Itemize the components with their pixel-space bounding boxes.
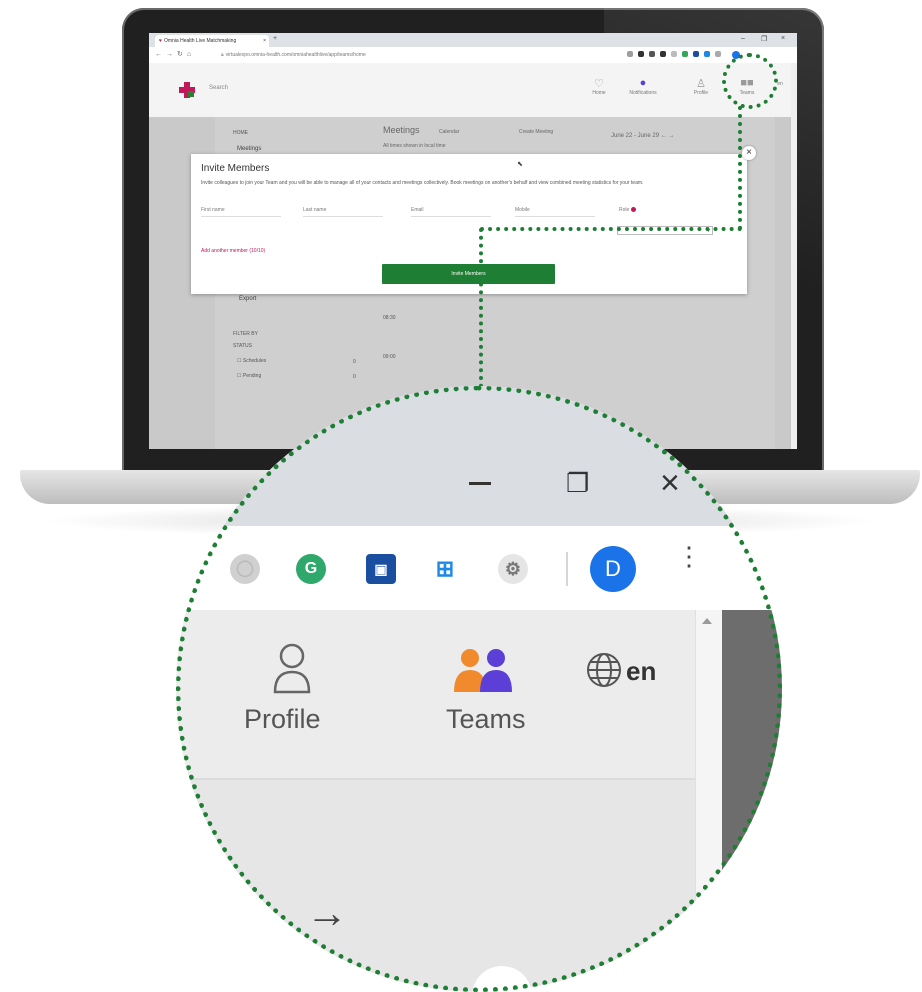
filter-schedules-count: 0 bbox=[353, 359, 356, 365]
last-name-field[interactable] bbox=[303, 216, 383, 217]
reload-icon[interactable]: ↻ bbox=[177, 51, 187, 58]
invite-members-button[interactable]: Invite Members bbox=[382, 264, 555, 284]
screencast-icon[interactable] bbox=[693, 51, 699, 57]
callout-ring bbox=[722, 53, 778, 109]
nav-profile[interactable]: ♙ Profile bbox=[681, 77, 721, 96]
sidebar-export[interactable]: Export bbox=[239, 296, 256, 302]
last-name-label: Last name bbox=[303, 207, 327, 213]
nav-home[interactable]: ♡ Home bbox=[579, 77, 619, 96]
tab-title: Omnia Health Live Matchmaking bbox=[163, 38, 237, 44]
filter-by-heading: FILTER BY bbox=[233, 331, 258, 337]
browser-tab[interactable]: ♥ Omnia Health Live Matchmaking × bbox=[155, 35, 269, 47]
callout-connector bbox=[479, 228, 483, 388]
filter-pending-label: Pending bbox=[242, 373, 262, 379]
magnifier-ring bbox=[176, 386, 782, 992]
email-label: Email bbox=[411, 207, 424, 213]
mobile-label: Mobile bbox=[515, 207, 530, 213]
browser-tabbar: ♥ Omnia Health Live Matchmaking × + – ❐ × bbox=[149, 33, 797, 47]
new-tab-button[interactable]: + bbox=[273, 35, 277, 42]
invite-members-modal: Invite Members Invite colleagues to join… bbox=[191, 154, 747, 294]
page-scrollbar[interactable] bbox=[791, 63, 797, 449]
timezone-note: All times shown in local time bbox=[383, 143, 446, 149]
bell-icon: ● bbox=[639, 77, 647, 89]
callout-connector bbox=[738, 106, 742, 230]
nav-buttons: ←→↻⌂ bbox=[155, 50, 195, 58]
sidebar-meetings[interactable]: Meetings bbox=[237, 146, 261, 152]
url-text: virtualexpo.omnia-health.com/omniahealth… bbox=[225, 52, 366, 58]
meetings-title: Meetings bbox=[383, 125, 420, 135]
address-bar: ←→↻⌂ 🔒︎ virtualexpo.omnia-health.com/omni… bbox=[149, 47, 797, 64]
profile-icon: ♙ bbox=[696, 78, 706, 90]
extension-icon[interactable] bbox=[638, 51, 644, 57]
callout-connector bbox=[480, 227, 742, 231]
lock-icon: 🔒︎ bbox=[221, 52, 224, 58]
filter-pending[interactable]: ☐ Pending bbox=[237, 373, 261, 379]
extension-icon[interactable] bbox=[660, 51, 666, 57]
filter-schedules[interactable]: ☐ Schedules bbox=[237, 358, 266, 364]
language-label: en bbox=[777, 81, 783, 87]
forward-icon[interactable]: → bbox=[166, 51, 177, 58]
search-input[interactable]: Search bbox=[209, 85, 228, 91]
nav-profile-label: Profile bbox=[693, 90, 709, 96]
nav-notifications-label: Notifications bbox=[629, 90, 657, 96]
home-browser-icon[interactable]: ⌂ bbox=[187, 51, 195, 58]
time-slot: 09:00 bbox=[383, 354, 396, 360]
windows-icon[interactable] bbox=[704, 51, 710, 57]
required-icon bbox=[631, 207, 637, 213]
create-meeting-button[interactable]: Create Meeting bbox=[519, 129, 553, 135]
omnia-logo-icon[interactable] bbox=[179, 82, 195, 98]
mouse-cursor-icon: ⬉ bbox=[517, 161, 523, 168]
close-window-button[interactable]: × bbox=[781, 35, 785, 42]
sidebar-home[interactable]: HOME bbox=[233, 130, 248, 136]
date-range-label: June 22 - June 29 bbox=[611, 133, 660, 139]
modal-title: Invite Members bbox=[201, 163, 270, 174]
add-member-link[interactable]: Add another member (10/10) bbox=[201, 248, 265, 254]
url-field[interactable]: 🔒︎ virtualexpo.omnia-health.com/omniaheal… bbox=[221, 50, 621, 60]
filter-schedules-label: Schedules bbox=[242, 358, 267, 364]
nav-home-label: Home bbox=[592, 90, 606, 96]
filter-pending-count: 0 bbox=[353, 374, 356, 380]
modal-close-button[interactable]: × bbox=[742, 146, 756, 160]
prev-week-icon[interactable]: ← bbox=[661, 133, 667, 139]
role-label: Role bbox=[619, 207, 630, 213]
nav-notifications[interactable]: ● Notifications bbox=[623, 77, 663, 96]
first-name-field[interactable] bbox=[201, 216, 281, 217]
settings-icon[interactable] bbox=[715, 51, 721, 57]
modal-description: Invite colleagues to join your Team and … bbox=[201, 180, 644, 186]
extension-row bbox=[627, 51, 740, 59]
calendar-tab[interactable]: Calendar bbox=[439, 129, 459, 135]
email-field[interactable] bbox=[411, 216, 491, 217]
role-label-wrap: Role bbox=[619, 207, 637, 213]
tab-close-icon[interactable]: × bbox=[263, 35, 266, 47]
favicon-icon: ♥ bbox=[159, 38, 162, 44]
next-week-icon[interactable]: → bbox=[668, 133, 674, 139]
bookmark-star-icon[interactable] bbox=[627, 51, 633, 57]
first-name-label: First name bbox=[201, 207, 225, 213]
status-heading: STATUS bbox=[233, 343, 252, 349]
grammarly-icon[interactable] bbox=[682, 51, 688, 57]
mobile-field[interactable] bbox=[515, 216, 595, 217]
maximize-button[interactable]: ❐ bbox=[761, 35, 767, 43]
time-slot: 08:30 bbox=[383, 315, 396, 321]
back-icon[interactable]: ← bbox=[155, 51, 166, 58]
minimize-button[interactable]: – bbox=[741, 35, 745, 42]
date-range: June 22 - June 29 ← → bbox=[611, 133, 674, 139]
extension-icon[interactable] bbox=[671, 51, 677, 57]
extension-icon[interactable] bbox=[649, 51, 655, 57]
home-icon: ♡ bbox=[594, 78, 604, 90]
